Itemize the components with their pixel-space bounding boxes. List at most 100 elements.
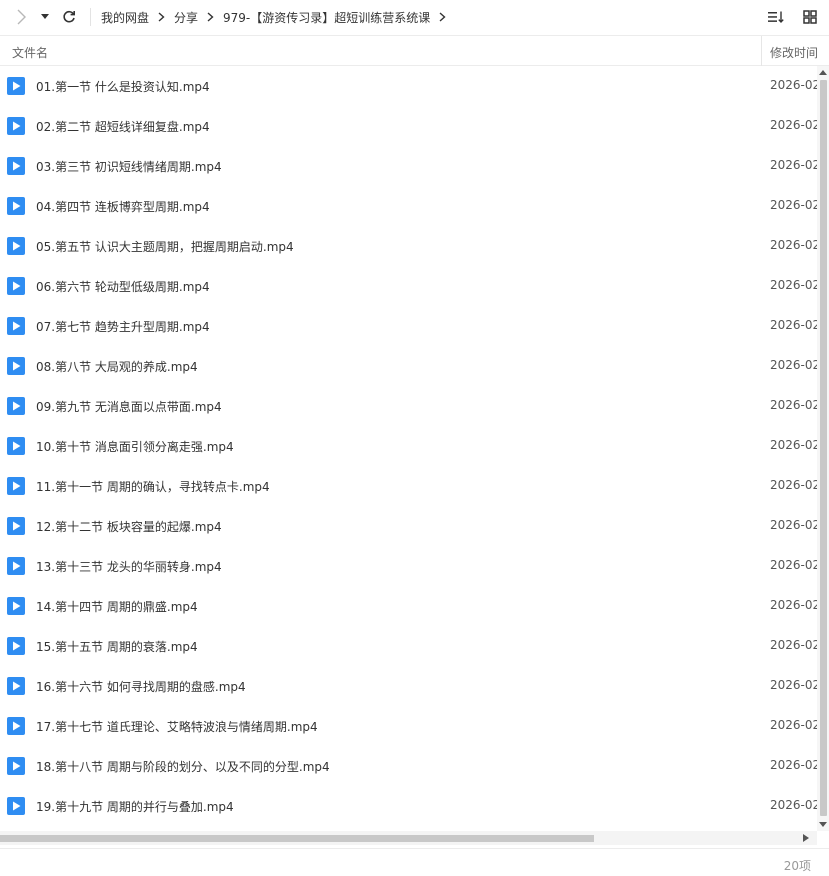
file-row[interactable]: 18.第十八节 周期与阶段的划分、以及不同的分型.mp4 2026-02 bbox=[0, 746, 817, 786]
file-name: 03.第三节 初识短线情绪周期.mp4 bbox=[36, 160, 222, 174]
caret-down-icon bbox=[41, 14, 49, 19]
toolbar: 我的网盘 分享 979-【游资传习录】超短训练营系统课 bbox=[0, 0, 829, 34]
file-modified-date: 2026-02 bbox=[770, 718, 817, 732]
file-row[interactable]: 19.第十九节 周期的并行与叠加.mp4 2026-02 bbox=[0, 786, 817, 826]
chevron-right-icon[interactable] bbox=[439, 12, 446, 22]
file-modified-date: 2026-02 bbox=[770, 678, 817, 692]
scroll-right-arrow-icon[interactable] bbox=[802, 834, 810, 842]
file-name: 06.第六节 轮动型低级周期.mp4 bbox=[36, 280, 210, 294]
file-modified-date: 2026-02 bbox=[770, 638, 817, 652]
file-modified-date: 2026-02 bbox=[770, 438, 817, 452]
column-header-modified[interactable]: 修改时间 bbox=[770, 44, 818, 61]
file-modified-date: 2026-02 bbox=[770, 198, 817, 212]
video-file-icon bbox=[7, 357, 25, 375]
video-file-icon bbox=[7, 757, 25, 775]
view-mode-button[interactable] bbox=[799, 6, 821, 28]
sort-button[interactable] bbox=[765, 6, 787, 28]
status-bar: 20项 bbox=[0, 848, 829, 876]
horizontal-scroll-thumb[interactable] bbox=[0, 835, 594, 842]
video-file-icon bbox=[7, 477, 25, 495]
file-name: 05.第五节 认识大主题周期，把握周期启动.mp4 bbox=[36, 240, 294, 254]
file-row[interactable]: 05.第五节 认识大主题周期，把握周期启动.mp4 2026-02 bbox=[0, 226, 817, 266]
file-row[interactable]: 16.第十六节 如何寻找周期的盘感.mp4 2026-02 bbox=[0, 666, 817, 706]
scroll-up-arrow-icon[interactable] bbox=[819, 69, 827, 77]
file-row[interactable]: 13.第十三节 龙头的华丽转身.mp4 2026-02 bbox=[0, 546, 817, 586]
column-header-name[interactable]: 文件名 bbox=[12, 44, 48, 61]
file-name: 12.第十二节 板块容量的起爆.mp4 bbox=[36, 520, 222, 534]
video-file-icon bbox=[7, 237, 25, 255]
file-name: 16.第十六节 如何寻找周期的盘感.mp4 bbox=[36, 680, 246, 694]
video-file-icon bbox=[7, 277, 25, 295]
file-name: 14.第十四节 周期的鼎盛.mp4 bbox=[36, 600, 198, 614]
column-header: 文件名 修改时间 bbox=[0, 35, 829, 66]
video-file-icon bbox=[7, 517, 25, 535]
video-file-icon bbox=[7, 437, 25, 455]
file-name: 17.第十七节 道氏理论、艾略特波浪与情绪周期.mp4 bbox=[36, 720, 318, 734]
file-name: 02.第二节 超短线详细复盘.mp4 bbox=[36, 120, 210, 134]
file-row[interactable]: 08.第八节 大局观的养成.mp4 2026-02 bbox=[0, 346, 817, 386]
file-name: 08.第八节 大局观的养成.mp4 bbox=[36, 360, 198, 374]
file-modified-date: 2026-02 bbox=[770, 358, 817, 372]
chevron-right-icon bbox=[158, 12, 165, 22]
file-name: 01.第一节 什么是投资认知.mp4 bbox=[36, 80, 210, 94]
refresh-button[interactable] bbox=[58, 6, 80, 28]
file-row[interactable]: 02.第二节 超短线详细复盘.mp4 2026-02 bbox=[0, 106, 817, 146]
file-row[interactable]: 07.第七节 趋势主升型周期.mp4 2026-02 bbox=[0, 306, 817, 346]
file-row[interactable]: 03.第三节 初识短线情绪周期.mp4 2026-02 bbox=[0, 146, 817, 186]
file-row[interactable]: 12.第十二节 板块容量的起爆.mp4 2026-02 bbox=[0, 506, 817, 546]
file-name: 18.第十八节 周期与阶段的划分、以及不同的分型.mp4 bbox=[36, 760, 330, 774]
file-row[interactable]: 15.第十五节 周期的衰落.mp4 2026-02 bbox=[0, 626, 817, 666]
file-modified-date: 2026-02 bbox=[770, 118, 817, 132]
video-file-icon bbox=[7, 717, 25, 735]
forward-button[interactable] bbox=[10, 6, 32, 28]
file-row[interactable]: 04.第四节 连板博弈型周期.mp4 2026-02 bbox=[0, 186, 817, 226]
file-browser-window: 我的网盘 分享 979-【游资传习录】超短训练营系统课 文件名 修改时间 01.… bbox=[0, 0, 829, 876]
video-file-icon bbox=[7, 117, 25, 135]
file-modified-date: 2026-02 bbox=[770, 158, 817, 172]
file-modified-date: 2026-02 bbox=[770, 598, 817, 612]
item-count: 20项 bbox=[783, 859, 811, 873]
file-modified-date: 2026-02 bbox=[770, 78, 817, 92]
toolbar-divider bbox=[90, 8, 91, 26]
breadcrumb-item-current-folder[interactable]: 979-【游资传习录】超短训练营系统课 bbox=[223, 9, 430, 26]
vertical-scroll-thumb[interactable] bbox=[820, 80, 827, 816]
video-file-icon bbox=[7, 197, 25, 215]
vertical-scrollbar[interactable] bbox=[817, 66, 829, 831]
file-row[interactable]: 06.第六节 轮动型低级周期.mp4 2026-02 bbox=[0, 266, 817, 306]
chevron-right-icon bbox=[17, 9, 26, 25]
file-row[interactable]: 10.第十节 消息面引领分离走强.mp4 2026-02 bbox=[0, 426, 817, 466]
file-name: 13.第十三节 龙头的华丽转身.mp4 bbox=[36, 560, 222, 574]
file-modified-date: 2026-02 bbox=[770, 478, 817, 492]
file-list: 01.第一节 什么是投资认知.mp4 2026-02 02.第二节 超短线详细复… bbox=[0, 66, 817, 831]
video-file-icon bbox=[7, 797, 25, 815]
file-modified-date: 2026-02 bbox=[770, 398, 817, 412]
video-file-icon bbox=[7, 397, 25, 415]
file-row[interactable]: 14.第十四节 周期的鼎盛.mp4 2026-02 bbox=[0, 586, 817, 626]
file-name: 19.第十九节 周期的并行与叠加.mp4 bbox=[36, 800, 234, 814]
file-modified-date: 2026-02 bbox=[770, 758, 817, 772]
file-row[interactable]: 11.第十一节 周期的确认，寻找转点卡.mp4 2026-02 bbox=[0, 466, 817, 506]
file-row[interactable]: 17.第十七节 道氏理论、艾略特波浪与情绪周期.mp4 2026-02 bbox=[0, 706, 817, 746]
scroll-down-arrow-icon[interactable] bbox=[819, 820, 827, 828]
horizontal-scrollbar[interactable] bbox=[0, 831, 817, 845]
breadcrumb-item-my-drive[interactable]: 我的网盘 bbox=[101, 9, 149, 26]
file-row[interactable]: 09.第九节 无消息面以点带面.mp4 2026-02 bbox=[0, 386, 817, 426]
file-name: 09.第九节 无消息面以点带面.mp4 bbox=[36, 400, 222, 414]
column-resize-handle[interactable] bbox=[761, 36, 762, 66]
file-modified-date: 2026-02 bbox=[770, 318, 817, 332]
history-dropdown-button[interactable] bbox=[34, 6, 56, 28]
file-name: 10.第十节 消息面引领分离走强.mp4 bbox=[36, 440, 234, 454]
file-name: 11.第十一节 周期的确认，寻找转点卡.mp4 bbox=[36, 480, 270, 494]
video-file-icon bbox=[7, 597, 25, 615]
refresh-icon bbox=[63, 10, 75, 23]
file-name: 07.第七节 趋势主升型周期.mp4 bbox=[36, 320, 210, 334]
file-row[interactable]: 01.第一节 什么是投资认知.mp4 2026-02 bbox=[0, 66, 817, 106]
breadcrumb-item-share[interactable]: 分享 bbox=[174, 9, 198, 26]
video-file-icon bbox=[7, 637, 25, 655]
grid-view-icon bbox=[803, 10, 817, 24]
file-modified-date: 2026-02 bbox=[770, 558, 817, 572]
sort-list-icon bbox=[768, 11, 784, 24]
file-name: 04.第四节 连板博弈型周期.mp4 bbox=[36, 200, 210, 214]
video-file-icon bbox=[7, 157, 25, 175]
video-file-icon bbox=[7, 557, 25, 575]
